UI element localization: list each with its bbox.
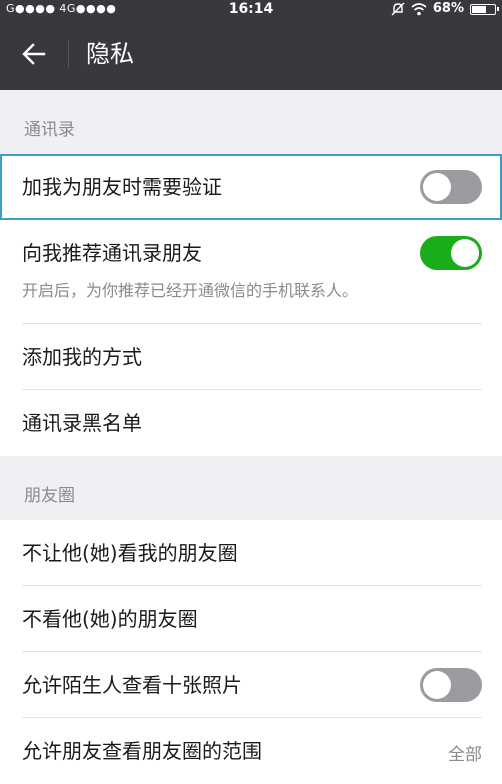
row-label: 向我推荐通讯录朋友 — [22, 241, 202, 265]
recommend-contacts-row[interactable]: 向我推荐通讯录朋友 开启后，为你推荐已经开通微信的手机联系人。 — [0, 220, 502, 324]
hide-their-moments-row[interactable]: 不看他(她)的朋友圈 — [0, 586, 502, 652]
status-bar: G●●●● 4G●●●● 16:14 68% — [0, 0, 502, 18]
stranger-ten-photos-row[interactable]: 允许陌生人查看十张照片 — [0, 652, 502, 718]
toggle-knob — [423, 671, 451, 699]
page-title: 隐私 — [86, 40, 134, 68]
hide-my-moments-row[interactable]: 不让他(她)看我的朋友圈 — [0, 520, 502, 586]
section-label-moments: 朋友圈 — [24, 486, 75, 506]
add-me-methods-row[interactable]: 添加我的方式 — [0, 324, 502, 390]
row-label: 允许陌生人查看十张照片 — [22, 673, 242, 697]
battery-fill — [472, 5, 486, 13]
mute-icon — [391, 2, 405, 16]
moments-group: 不让他(她)看我的朋友圈 不看他(她)的朋友圈 允许陌生人查看十张照片 允许朋友… — [0, 520, 502, 784]
title-divider — [68, 40, 69, 68]
status-right: 68% — [391, 0, 499, 18]
row-label: 通讯录黑名单 — [22, 411, 142, 435]
title-bar: 隐私 — [0, 18, 502, 90]
row-label: 允许朋友查看朋友圈的范围 — [22, 739, 262, 763]
stranger-ten-photos-toggle[interactable] — [420, 668, 482, 702]
row-label: 添加我的方式 — [22, 345, 142, 369]
row-label: 不看他(她)的朋友圈 — [22, 607, 198, 631]
row-description: 开启后，为你推荐已经开通微信的手机联系人。 — [22, 281, 359, 300]
row-value: 全部 — [448, 745, 482, 765]
battery-percent: 68% — [432, 1, 464, 16]
battery-icon — [470, 3, 499, 15]
row-label: 加我为朋友时需要验证 — [22, 175, 222, 199]
back-button[interactable] — [12, 36, 56, 72]
toggle-knob — [451, 239, 479, 267]
section-label-contacts: 通讯录 — [24, 120, 75, 140]
require-verification-row[interactable]: 加我为朋友时需要验证 — [0, 154, 502, 220]
require-verification-toggle[interactable] — [420, 170, 482, 204]
contacts-group: 加我为朋友时需要验证 向我推荐通讯录朋友 开启后，为你推荐已经开通微信的手机联系… — [0, 154, 502, 456]
arrow-left-icon — [22, 43, 46, 65]
recommend-contacts-toggle[interactable] — [420, 236, 482, 270]
moments-visibility-range-row[interactable]: 允许朋友查看朋友圈的范围 全部 — [0, 718, 502, 784]
toggle-knob — [423, 173, 451, 201]
wifi-icon — [411, 2, 427, 15]
contacts-blacklist-row[interactable]: 通讯录黑名单 — [0, 390, 502, 456]
row-label: 不让他(她)看我的朋友圈 — [22, 541, 238, 565]
